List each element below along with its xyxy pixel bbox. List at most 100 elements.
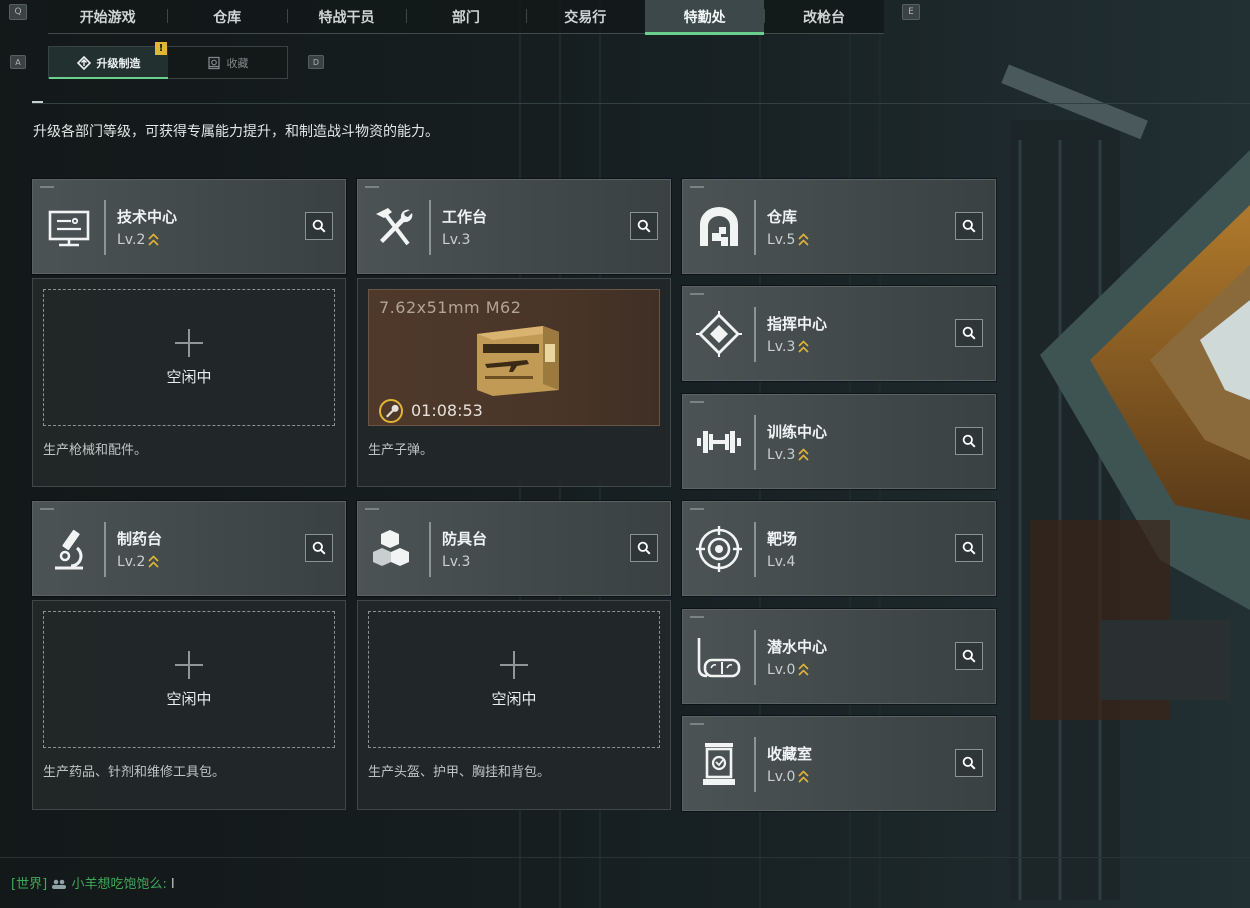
card-tag [365,186,379,188]
upgrade-arrow-icon [148,555,159,568]
plus-icon [500,650,528,679]
card-separator [104,200,106,255]
divider-mark [32,101,43,103]
chat-line[interactable]: [世界] 小羊想吃饱饱么: l [11,873,175,892]
inspect-button[interactable] [955,642,983,670]
monitor-icon [48,210,90,247]
tab-trading[interactable]: 交易行 [525,0,645,34]
cubes-icon [373,530,409,566]
inspect-button[interactable] [305,534,333,562]
subtab-collection[interactable]: 收藏 [168,47,287,78]
search-icon [962,434,976,448]
search-icon [312,219,326,233]
card-tag [365,508,379,510]
divider [32,103,1250,104]
inspect-button[interactable] [305,212,333,240]
inspect-button[interactable] [955,534,983,562]
facility-card-command-center[interactable]: 指挥中心 Lv.3 [682,286,996,381]
production-slot-idle[interactable]: 空闲中 [368,611,660,748]
chat-message: l [170,877,175,892]
card-separator [754,522,756,577]
facility-card-warehouse[interactable]: 仓库 Lv.5 [682,179,996,274]
dept-level: Lv.3 [442,232,470,248]
subtab-upgrade-craft[interactable]: 升级制造 [49,47,168,79]
upgrade-arrow-icon [798,663,809,676]
dept-level-text: Lv.2 [117,554,146,570]
card-tag [690,508,704,510]
slot-status: 空闲中 [166,367,212,386]
inspect-button[interactable] [630,212,658,240]
facility-level-text: Lv.3 [767,339,796,355]
inspect-button[interactable] [630,534,658,562]
sub-nav: 升级制造 收藏 [48,46,288,79]
search-icon [962,219,976,233]
dept-level: Lv.2 [117,554,159,570]
card-separator [429,522,431,577]
dept-level: Lv.2 [117,232,159,248]
dept-panel-tech-center: 空闲中 生产枪械和配件。 [32,278,346,487]
microscope-icon [55,529,83,570]
tab-departments[interactable]: 部门 [406,0,525,34]
display-case-icon [703,743,735,785]
tab-warehouse[interactable]: 仓库 [167,0,286,34]
facility-level: Lv.3 [767,447,809,463]
card-tag [690,401,704,403]
production-slot-idle[interactable]: 空闲中 [43,289,335,426]
tab-special-ops[interactable]: 特勤处 [644,0,765,35]
production-slot-active[interactable]: 7.62x51mm M62 01:08:53 [368,289,660,426]
dept-panel-pharmacy: 空闲中 生产药品、针剂和维修工具包。 [32,600,346,810]
dept-name: 技术中心 [117,208,178,226]
next-tab-key[interactable]: E [902,4,920,20]
collection-icon [207,56,220,69]
inspect-button[interactable] [955,319,983,347]
facility-card-collection-room[interactable]: 收藏室 Lv.0 [682,716,996,811]
slot-status: 空闲中 [491,689,537,708]
dept-card-workbench[interactable]: 工作台 Lv.3 [357,179,671,274]
facility-card-diving-center[interactable]: 潜水中心 Lv.0 [682,609,996,704]
next-subtab-key[interactable]: D [308,55,324,69]
tab-start-game[interactable]: 开始游戏 [48,0,167,34]
card-tag [40,508,54,510]
inspect-button[interactable] [955,427,983,455]
card-separator [754,200,756,255]
wrench-timer-icon [379,399,403,423]
facility-level: Lv.0 [767,769,809,785]
upgrade-arrow-icon [148,233,159,246]
facility-name: 训练中心 [767,423,828,441]
card-separator [754,307,756,362]
production-slot-idle[interactable]: 空闲中 [43,611,335,748]
dept-level-text: Lv.2 [117,232,146,248]
ammo-box-image [477,326,559,396]
facility-level-text: Lv.4 [767,554,796,570]
dept-level: Lv.3 [442,554,470,570]
dept-description: 生产药品、针剂和维修工具包。 [43,765,226,780]
card-separator [754,630,756,685]
inspect-button[interactable] [955,212,983,240]
dept-card-pharmacy[interactable]: 制药台 Lv.2 [32,501,346,596]
dept-level-text: Lv.3 [442,554,471,570]
plus-icon [175,650,203,679]
diving-mask-icon [697,638,741,678]
prev-subtab-key[interactable]: A [10,55,26,69]
target-icon [696,526,742,572]
dept-card-armor-bench[interactable]: 防具台 Lv.3 [357,501,671,596]
facility-name: 潜水中心 [767,638,828,656]
dept-description: 生产头盔、护甲、胸挂和背包。 [368,765,551,780]
prev-tab-key[interactable]: Q [9,4,27,20]
dept-name: 制药台 [117,530,163,548]
dept-card-tech-center[interactable]: 技术中心 Lv.2 [32,179,346,274]
upgrade-arrow-icon [798,770,809,783]
dept-panel-workbench: 7.62x51mm M62 01:08:53 生产子弹。 [357,278,671,487]
tab-operators[interactable]: 特战干员 [286,0,406,34]
tab-gunsmith[interactable]: 改枪台 [764,0,883,34]
facility-level: Lv.4 [767,554,795,570]
card-tag [690,723,704,725]
facility-card-shooting-range[interactable]: 靶场 Lv.4 [682,501,996,596]
search-icon [637,541,651,555]
facility-card-training-center[interactable]: 训练中心 Lv.3 [682,394,996,489]
upgrade-arrow-icon [798,448,809,461]
inspect-button[interactable] [955,749,983,777]
search-icon [637,219,651,233]
card-separator [104,522,106,577]
card-separator [754,415,756,470]
